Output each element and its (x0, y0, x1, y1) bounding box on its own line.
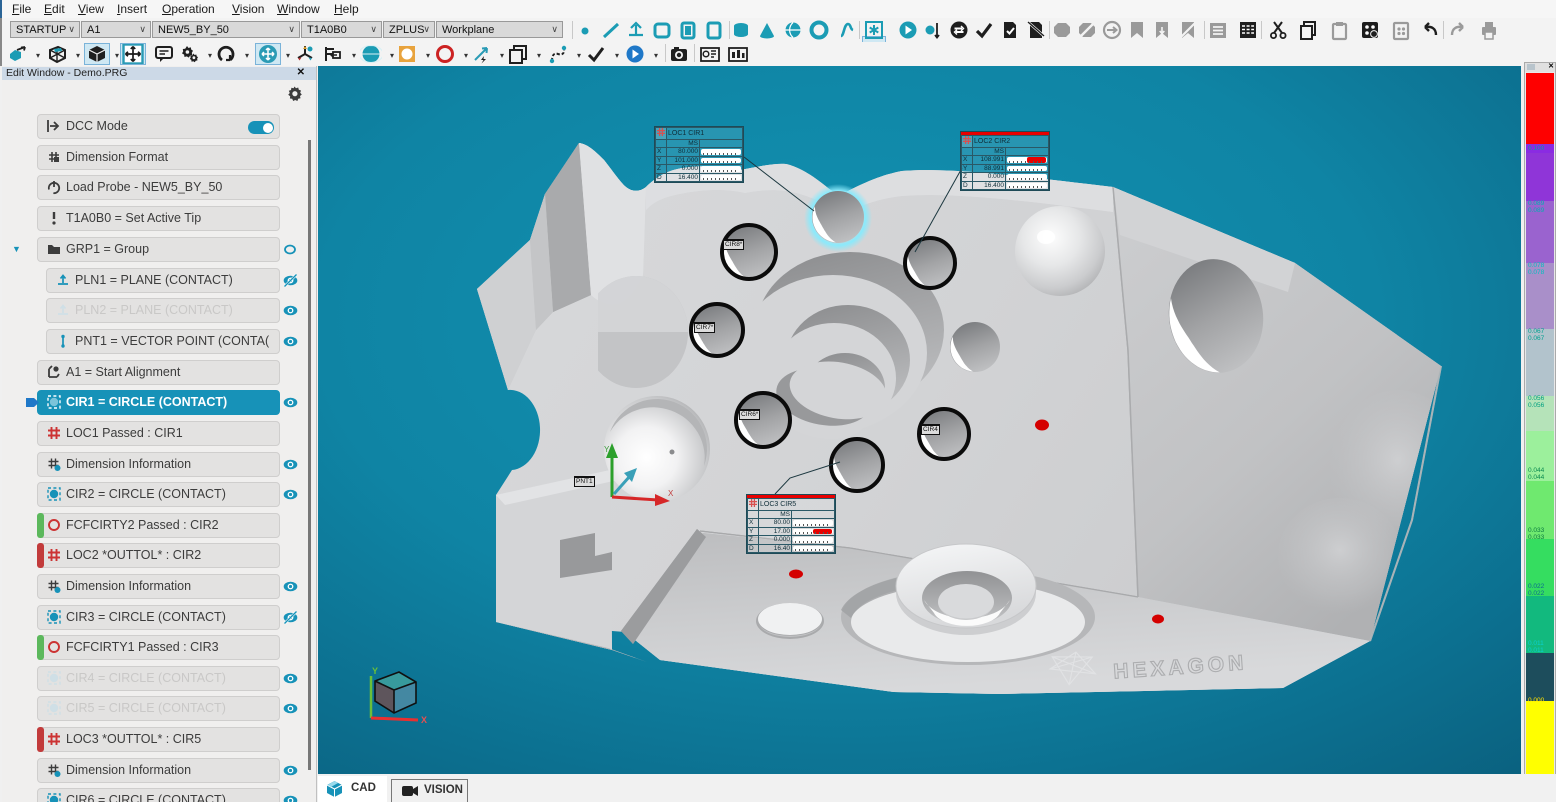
svg-text:X: X (421, 715, 427, 725)
svg-text:X: X (668, 489, 674, 498)
svg-text:Y: Y (604, 445, 610, 454)
svg-text:Y: Y (372, 666, 378, 676)
